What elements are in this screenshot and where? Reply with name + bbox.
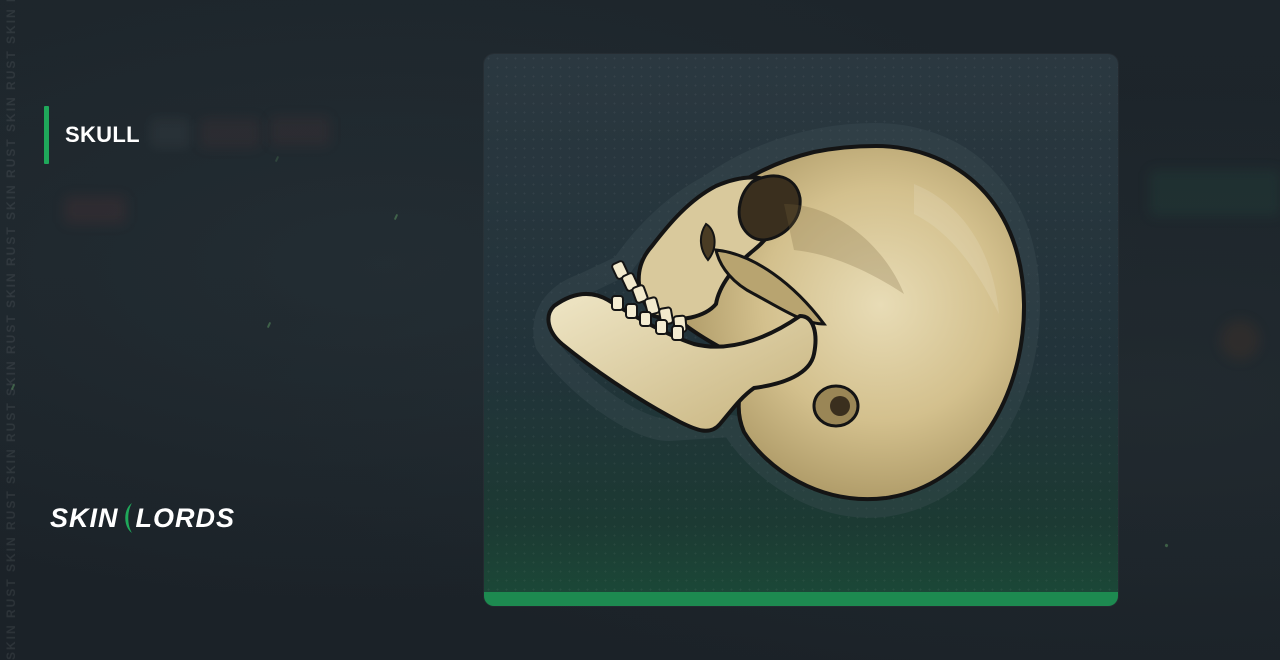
blurred-element	[200, 118, 260, 148]
blurred-element	[1220, 320, 1260, 360]
logo-crescent-icon	[124, 503, 132, 533]
item-preview-card	[484, 54, 1118, 606]
skull-icon	[533, 123, 1040, 518]
card-rarity-bar	[484, 592, 1118, 606]
side-watermark: SKIN RUST SKIN RUST SKIN RUST SKIN RUST …	[4, 0, 18, 660]
blurred-element	[150, 118, 190, 148]
logo-text-right: LORDS	[135, 502, 236, 533]
blurred-element	[1150, 170, 1280, 216]
skinlords-logo: SKIN LORDS	[50, 498, 235, 538]
item-title: SKULL	[65, 122, 140, 147]
logo-text-left: SKIN	[50, 502, 119, 533]
blurred-element	[270, 116, 330, 146]
blurred-element	[64, 196, 126, 224]
item-title-block: SKULL	[44, 106, 140, 164]
title-accent-bar	[44, 106, 49, 164]
